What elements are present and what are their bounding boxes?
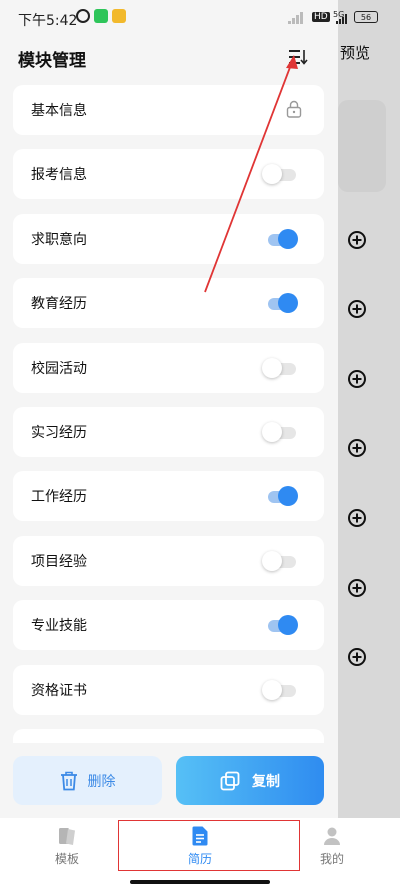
module-item-projects: 项目经验 bbox=[13, 536, 324, 586]
copy-button[interactable]: 复制 bbox=[176, 756, 324, 805]
add-icon[interactable] bbox=[348, 509, 366, 527]
module-label: 校园活动 bbox=[31, 361, 87, 377]
alarm-icon bbox=[76, 9, 90, 23]
copy-icon bbox=[220, 771, 240, 790]
module-label: 资格证书 bbox=[31, 683, 87, 699]
status-time: 下午5:42 bbox=[18, 13, 78, 29]
module-item-internship: 实习经历 bbox=[13, 407, 324, 457]
module-item-campus-activities: 校园活动 bbox=[13, 343, 324, 393]
trash-icon bbox=[60, 771, 77, 790]
module-toggle[interactable] bbox=[262, 422, 298, 442]
module-label: 工作经历 bbox=[31, 489, 87, 505]
module-label: 基本信息 bbox=[31, 103, 87, 119]
module-label: 专业技能 bbox=[31, 618, 87, 634]
module-toggle[interactable] bbox=[268, 615, 298, 635]
module-toggle[interactable] bbox=[262, 358, 298, 378]
module-item-partial bbox=[13, 729, 324, 743]
module-item-basic-info: 基本信息 bbox=[13, 85, 324, 135]
nav-item-profile[interactable]: 我的 bbox=[292, 826, 372, 867]
lock-icon bbox=[286, 100, 302, 118]
module-toggle[interactable] bbox=[262, 551, 298, 571]
add-icon[interactable] bbox=[348, 439, 366, 457]
delete-button-label: 删除 bbox=[87, 773, 116, 790]
module-toggle[interactable] bbox=[268, 486, 298, 506]
module-label: 实习经历 bbox=[31, 425, 87, 441]
sort-icon[interactable] bbox=[286, 48, 308, 66]
module-item-exam-info: 报考信息 bbox=[13, 149, 324, 199]
home-indicator bbox=[130, 880, 270, 884]
note-app-icon bbox=[112, 9, 126, 23]
module-label: 教育经历 bbox=[31, 296, 87, 312]
module-toggle[interactable] bbox=[268, 229, 298, 249]
module-item-certificates: 资格证书 bbox=[13, 665, 324, 715]
nav-item-templates[interactable]: 模板 bbox=[27, 826, 107, 867]
wifi-signal-icon bbox=[288, 12, 304, 24]
module-label: 报考信息 bbox=[31, 167, 87, 183]
nav-label: 我的 bbox=[319, 852, 344, 866]
add-icon[interactable] bbox=[348, 648, 366, 666]
module-item-work-experience: 工作经历 bbox=[13, 471, 324, 521]
profile-icon bbox=[324, 827, 340, 845]
add-icon[interactable] bbox=[348, 300, 366, 318]
nav-label: 模板 bbox=[54, 852, 79, 866]
module-item-skills: 专业技能 bbox=[13, 600, 324, 650]
copy-button-label: 复制 bbox=[252, 773, 280, 790]
hd-badge: HD bbox=[312, 12, 330, 22]
wechat-icon bbox=[94, 9, 108, 23]
module-label: 项目经验 bbox=[31, 554, 87, 570]
add-icon[interactable] bbox=[348, 370, 366, 388]
status-notification-icons bbox=[76, 9, 126, 23]
module-toggle[interactable] bbox=[262, 680, 298, 700]
module-toggle[interactable] bbox=[262, 164, 298, 184]
module-item-job-intention: 求职意向 bbox=[13, 214, 324, 264]
annotation-highlight-box bbox=[118, 820, 300, 871]
module-label: 求职意向 bbox=[31, 232, 87, 248]
module-management-drawer: 下午5:42 模块管理 基本信息 报考信息 求职意向 教育经历 校园活动 实习经… bbox=[0, 0, 338, 818]
background-card bbox=[338, 100, 386, 192]
add-icon[interactable] bbox=[348, 231, 366, 249]
preview-label[interactable]: 预览 bbox=[340, 42, 370, 63]
add-icon[interactable] bbox=[348, 579, 366, 597]
drawer-title: 模块管理 bbox=[18, 51, 86, 71]
cell-signal-icon bbox=[336, 14, 347, 24]
module-toggle[interactable] bbox=[268, 293, 298, 313]
module-item-education: 教育经历 bbox=[13, 278, 324, 328]
battery-level: 56 bbox=[354, 11, 378, 23]
delete-button[interactable]: 删除 bbox=[13, 756, 162, 805]
template-icon bbox=[59, 828, 75, 845]
